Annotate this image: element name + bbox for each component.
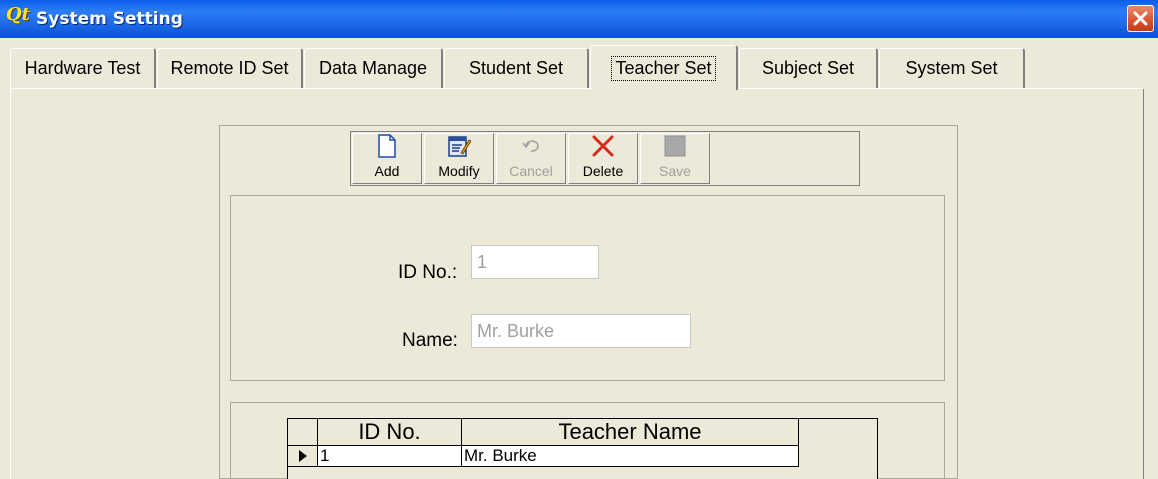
name-field[interactable]: [471, 314, 691, 348]
add-button[interactable]: Add: [352, 133, 422, 184]
row-indicator: [288, 446, 318, 467]
save-button[interactable]: Save: [640, 133, 710, 184]
add-label: Add: [374, 163, 400, 179]
edit-icon: [447, 134, 471, 158]
window-title: System Setting: [36, 9, 183, 29]
grid-header-row: ID No. Teacher Name: [288, 419, 799, 446]
cell-teacher-name[interactable]: Mr. Burke: [462, 446, 799, 467]
id-no-label: ID No.:: [398, 262, 458, 283]
current-row-arrow-icon: [298, 450, 307, 462]
tab-label: Data Manage: [318, 58, 428, 78]
tab-label: Hardware Test: [24, 58, 141, 78]
save-icon: [663, 134, 687, 158]
tab-subject-set[interactable]: Subject Set: [739, 48, 878, 88]
tab-remote-id-set[interactable]: Remote ID Set: [157, 48, 303, 88]
toolbar: Add Modify Cancel Delete Save: [350, 131, 860, 186]
row-indicator-header: [288, 419, 318, 446]
delete-button[interactable]: Delete: [568, 133, 638, 184]
tab-label: Subject Set: [761, 58, 855, 78]
modify-button[interactable]: Modify: [424, 133, 494, 184]
save-label: Save: [659, 163, 691, 179]
new-document-icon: [375, 134, 399, 158]
table-row[interactable]: 1 Mr. Burke: [288, 446, 799, 467]
undo-icon: [519, 134, 543, 158]
tab-data-manage[interactable]: Data Manage: [304, 48, 443, 88]
name-label: Name:: [402, 330, 458, 351]
modify-label: Modify: [438, 163, 480, 179]
cell-id[interactable]: 1: [318, 446, 462, 467]
title-bar: Qt System Setting: [0, 0, 1158, 39]
tab-hardware-test[interactable]: Hardware Test: [10, 48, 156, 88]
tab-teacher-set[interactable]: Teacher Set: [590, 45, 738, 90]
cancel-button[interactable]: Cancel: [496, 133, 566, 184]
tab-label: Teacher Set: [611, 55, 716, 81]
teacher-grid[interactable]: ID No. Teacher Name 1 Mr. Burke: [287, 418, 878, 479]
close-button[interactable]: [1127, 5, 1154, 32]
tab-label: Student Set: [468, 58, 564, 78]
column-header-id[interactable]: ID No.: [318, 419, 462, 446]
app-logo-icon: Qt: [6, 4, 30, 25]
tab-student-set[interactable]: Student Set: [444, 48, 589, 88]
delete-x-icon: [591, 134, 615, 158]
delete-label: Delete: [582, 163, 624, 179]
cancel-label: Cancel: [509, 163, 553, 179]
teacher-form-group: [230, 195, 945, 381]
close-icon: [1133, 11, 1148, 26]
tab-label: System Set: [905, 58, 998, 78]
id-no-field[interactable]: [471, 245, 599, 279]
column-header-teacher-name[interactable]: Teacher Name: [462, 419, 799, 446]
tab-system-set[interactable]: System Set: [879, 48, 1025, 88]
tab-label: Remote ID Set: [170, 58, 289, 78]
